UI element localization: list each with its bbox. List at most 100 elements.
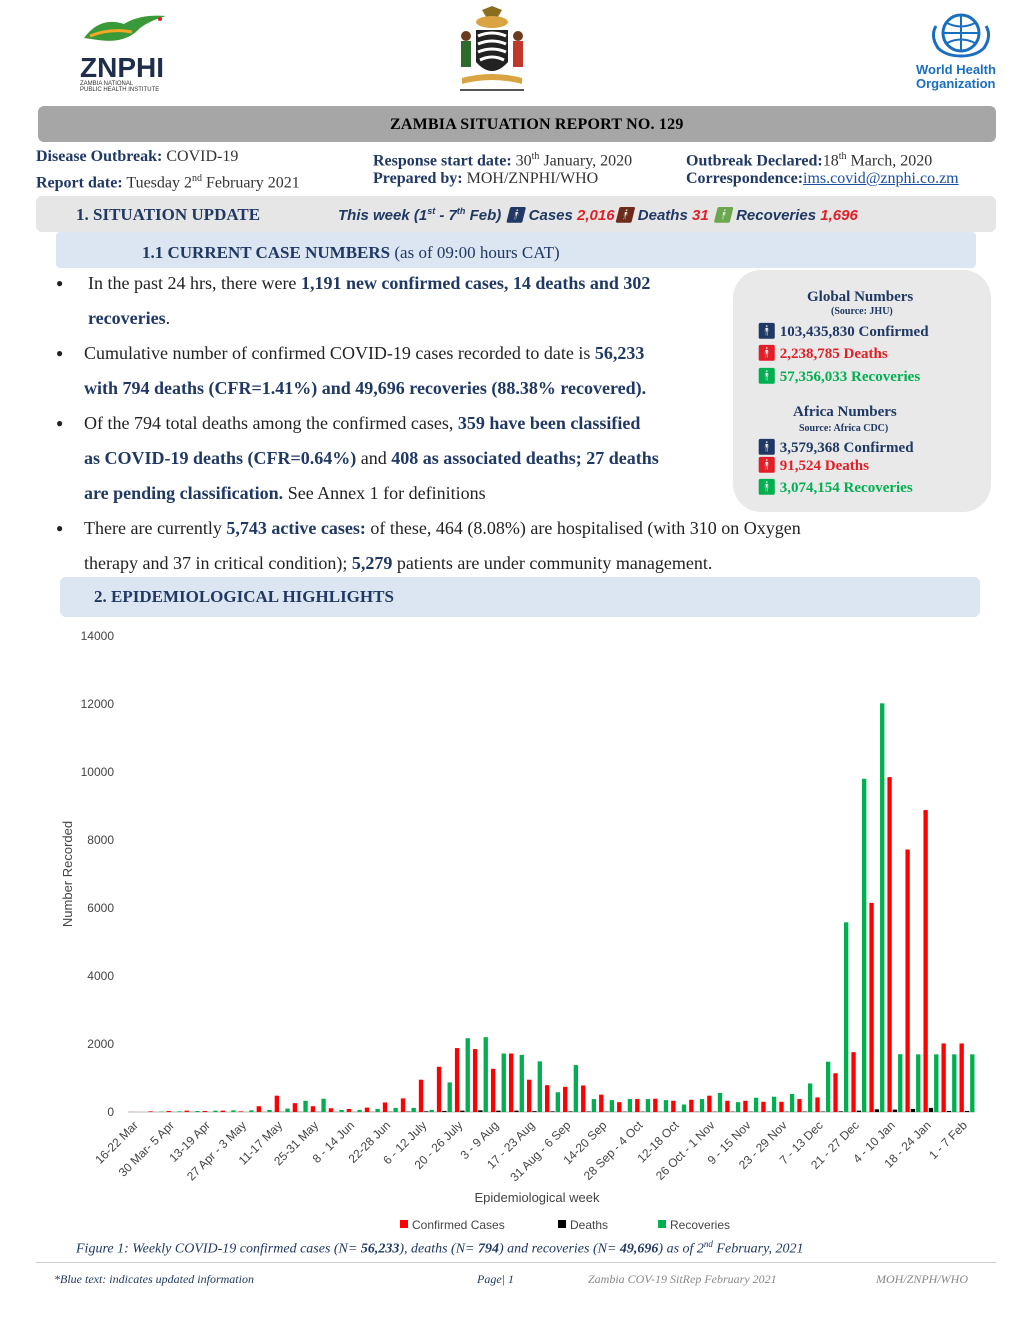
bullet-dot: ● [56, 276, 64, 290]
confirmed-cases-bar [761, 1101, 766, 1112]
bullet-highlight: as COVID-19 deaths (CFR=0.64%) [84, 448, 357, 468]
meta-prepared: Prepared by: MOH/ZNPHI/WHO [373, 168, 598, 190]
recoveries-bar [501, 1053, 506, 1112]
week-post: Feb) [465, 207, 502, 224]
caption-text: Figure 1: Weekly COVID-19 confirmed case… [76, 1241, 361, 1257]
bullet-text: . [165, 308, 171, 328]
global-confirmed: 🚹︎ 103,435,830 Confirmed [757, 322, 929, 341]
confirmed-cases-bar [508, 1053, 514, 1112]
confirmed-cases-bar [346, 1108, 352, 1112]
africa-deaths: 🚹︎ 91,524 Deaths [757, 456, 869, 475]
africa-deaths-text: 91,524 Deaths [779, 458, 869, 474]
deaths-bar [496, 1110, 501, 1112]
recoveries-bar [393, 1107, 398, 1112]
recoveries-bar [231, 1110, 236, 1112]
response-rest: January, 2020 [543, 152, 633, 170]
deaths-bar [856, 1110, 862, 1112]
recoveries-bar [195, 1110, 200, 1112]
bullet-highlight: 56,233 [594, 343, 645, 363]
caption-text: February, 2021 [712, 1241, 804, 1257]
bullet-text: See Annex 1 for definitions [283, 483, 486, 503]
confirmed-cases-bar [923, 810, 928, 1112]
confirmed-cases-bar [635, 1099, 640, 1112]
x-tick-label: 1 - 7 Feb [926, 1118, 970, 1162]
global-deaths: 🚹︎ 2,238,785 Deaths [757, 344, 888, 363]
recoveries-bar [321, 1098, 326, 1112]
person-icon: 🚹︎ [757, 369, 777, 385]
global-africa-panel: Global Numbers (Source: JHU) 🚹︎ 103,435,… [733, 270, 991, 512]
deaths-bar [424, 1111, 429, 1112]
confirmed-cases-bar [526, 1079, 532, 1112]
global-title: Global Numbers [807, 289, 914, 305]
caption-text: ) and recoveries (N= [499, 1241, 620, 1257]
bullet-text: Of the 794 total deaths among the confir… [84, 413, 458, 433]
deaths-label: Deaths [637, 207, 688, 224]
confirmed-cases-bar [869, 902, 874, 1112]
africa-recoveries-text: 3,074,154 Recoveries [779, 480, 913, 496]
recoveries-bar [862, 778, 867, 1112]
weekly-cases-chart: 0200040006000800010000120001400016-22 Ma… [60, 629, 975, 1232]
recoveries-bar [916, 1054, 921, 1112]
bullet-dot: ● [56, 416, 64, 430]
deaths-bar [514, 1110, 519, 1112]
global-confirmed-text: 103,435,830 Confirmed [779, 324, 929, 340]
deaths-bar [964, 1110, 970, 1112]
bird-icon [84, 15, 166, 41]
deaths-bar [460, 1110, 465, 1112]
confirmed-cases-bar [490, 1068, 496, 1112]
correspondence-email-link[interactable]: ims.covid@znphi.co.zm [803, 170, 959, 187]
who-logo-line2: Organization [916, 76, 996, 91]
bullet-dot: ● [56, 521, 64, 535]
confirmed-cases-bar [166, 1110, 171, 1112]
africa-confirmed: 🚹︎ 3,579,368 Confirmed [757, 438, 914, 457]
confirmed-cases-bar [707, 1095, 712, 1112]
declared-day: 18 [822, 152, 839, 170]
report-label: Report date: [36, 174, 123, 192]
correspondence-label: Correspondence: [686, 170, 804, 187]
recoveries-bar [645, 1099, 651, 1112]
global-deaths-text: 2,238,785 Deaths [779, 346, 888, 362]
bullet-highlight: 5,743 active cases: [226, 518, 366, 538]
confirmed-cases-bar [689, 1099, 694, 1112]
recoveries-bar [735, 1102, 741, 1112]
legend-swatch [658, 1220, 666, 1228]
deaths-bar [910, 1108, 916, 1112]
meta-report-date: Report date: Tuesday 2nd February 2021 [36, 168, 300, 194]
person-icon: 🚹︎ [757, 440, 777, 456]
africa-recoveries: 🚹︎ 3,074,154 Recoveries [757, 478, 913, 497]
y-tick-label: 10000 [81, 765, 115, 779]
bullet-dot: ● [56, 346, 64, 360]
recoveries-bar [898, 1054, 903, 1112]
person-icon: 🚹︎ [614, 207, 634, 224]
bullet-highlight: 408 as associated deaths; 27 deaths [391, 448, 659, 468]
znphi-logo: ZNPHI ZAMBIA NATIONAL PUBLIC HEALTH INST… [80, 10, 176, 93]
recoveries-bar [663, 1100, 669, 1112]
deaths-bar [442, 1110, 447, 1112]
confirmed-cases-bar [887, 777, 892, 1112]
bullet-text: Cumulative number of confirmed COVID-19 … [84, 343, 595, 363]
recoveries-bar [303, 1100, 308, 1112]
recoveries-value: 1,696 [820, 207, 858, 224]
confirmed-cases-bar [563, 1086, 568, 1112]
bullet-text: of these, 464 (8.08%) are hospitalised (… [365, 518, 801, 538]
meta-correspondence: Correspondence:ims.covid@znphi.co.zm [686, 168, 959, 190]
confirmed-cases-bar [238, 1111, 243, 1112]
confirmed-cases-bar [436, 1066, 442, 1112]
recoveries-bar [411, 1107, 416, 1112]
footer-note: *Blue text: indicates updated informatio… [54, 1272, 254, 1286]
confirmed-cases-bar [382, 1102, 388, 1112]
meta-outbreak: Disease Outbreak: COVID-19 [36, 146, 238, 168]
znphi-logo-text: ZNPHI [80, 52, 164, 83]
week-pre: This week (1 [338, 207, 428, 224]
confirmed-cases-bar [959, 1043, 964, 1112]
global-recoveries: 🚹︎ 57,356,033 Recoveries [757, 367, 920, 386]
bullet-text: and [356, 448, 392, 468]
recoveries-bar [681, 1104, 687, 1112]
recoveries-bar [213, 1110, 218, 1112]
confirmed-cases-bar [743, 1100, 748, 1112]
bullet-highlight: 1,191 new confirmed cases, 14 deaths and… [300, 273, 651, 293]
person-icon: 🚹︎ [757, 458, 777, 474]
y-tick-label: 2000 [87, 1037, 114, 1051]
report-rest: February 2021 [206, 174, 300, 192]
footer-org: MOH/ZNPH/WHO [876, 1272, 968, 1286]
